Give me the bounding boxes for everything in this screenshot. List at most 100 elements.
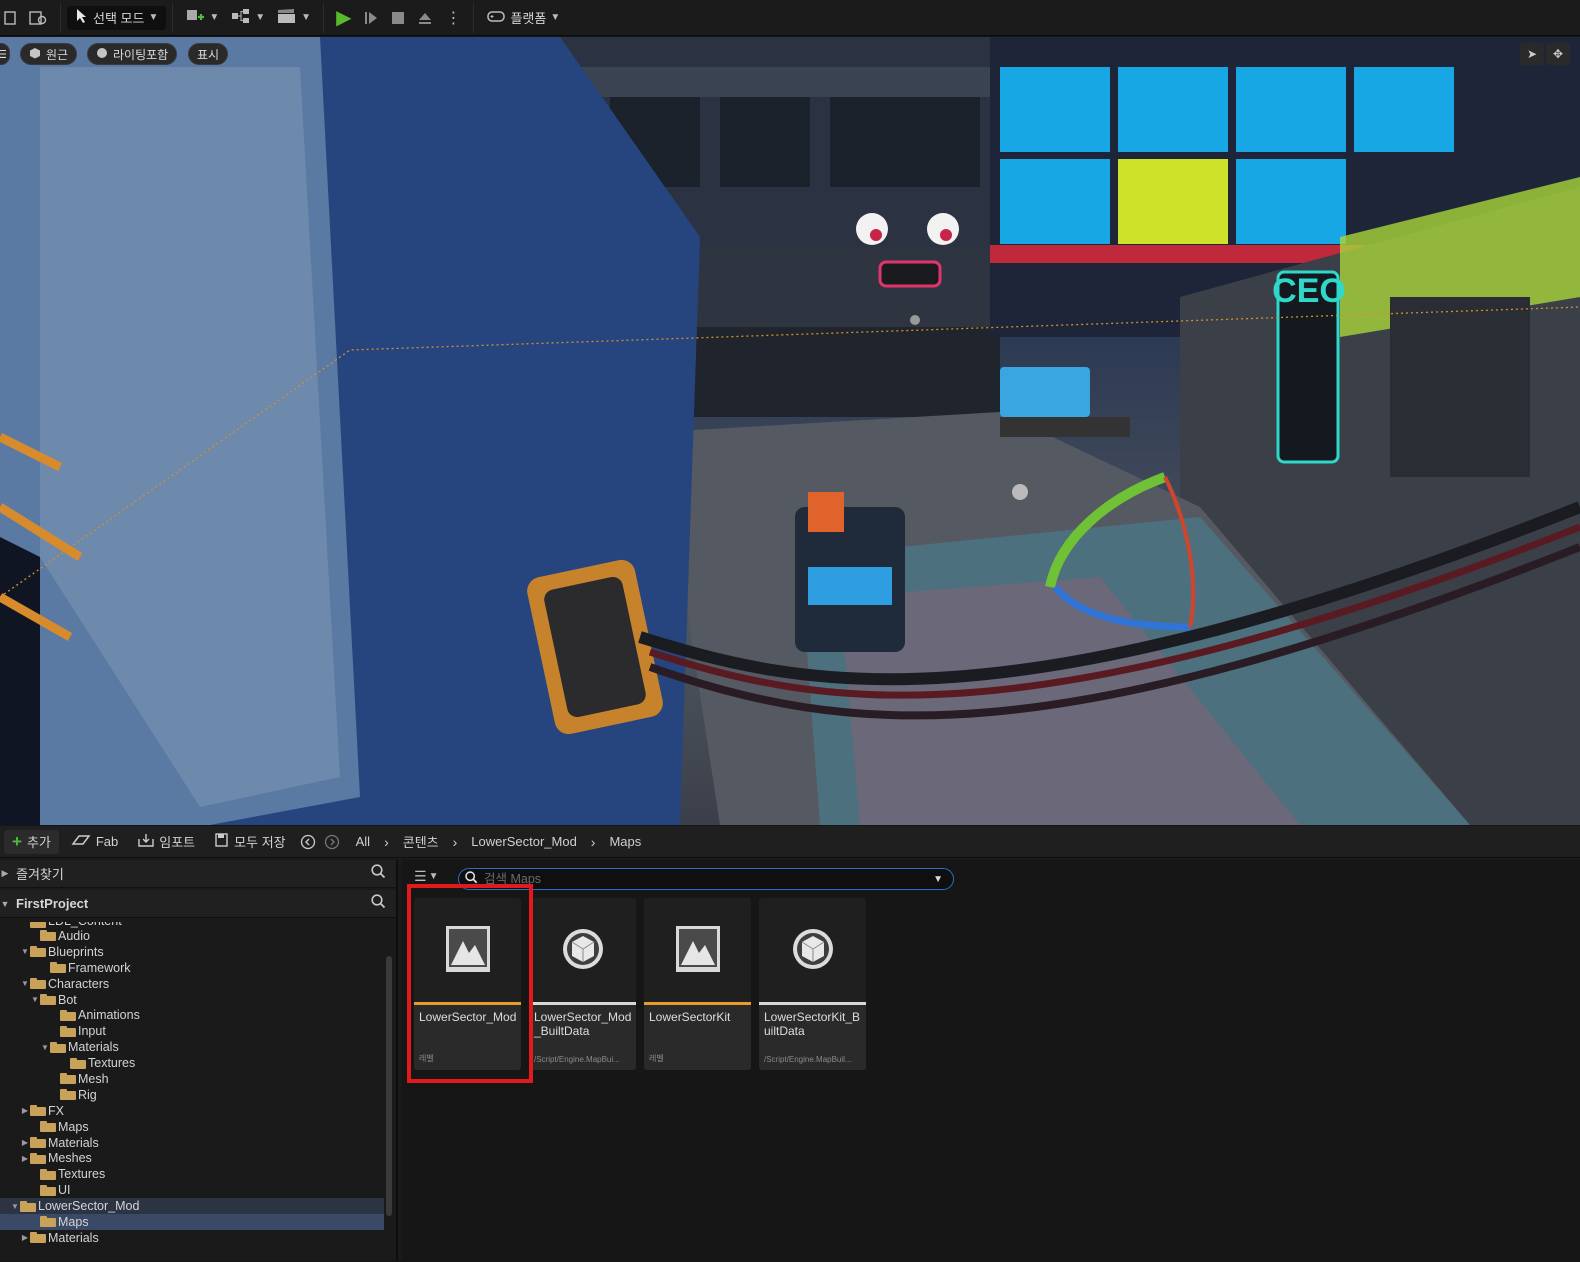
breadcrumb-item[interactable]: Maps <box>609 834 641 849</box>
chevron-right-icon[interactable]: › <box>453 834 458 850</box>
asset-tile[interactable]: LowerSector_Mod_BuiltData/Script/Engine.… <box>529 898 636 1070</box>
eject-button[interactable] <box>411 5 439 31</box>
move-tool-icon[interactable]: ✥ <box>1546 43 1570 65</box>
tree-item[interactable]: Framework <box>0 960 384 976</box>
sources-panel: ▶ 즐겨찾기 ▼ FirstProject LDL_ContentAudio ▼ B… <box>0 860 398 1261</box>
chevron-down-icon[interactable]: ▼ <box>30 995 40 1004</box>
tree-item[interactable]: Audio <box>0 928 384 944</box>
gamepad-icon <box>486 8 506 27</box>
filter-icon: ☰ <box>414 868 427 884</box>
perspective-button[interactable]: 원근 <box>20 43 78 65</box>
tree-item[interactable]: ▼ Characters <box>0 976 384 992</box>
level-viewport[interactable]: CEO ☰ 원근 라이팅포함 표시 ➤ ✥ <box>0 37 1580 825</box>
tree-item[interactable]: ▼ Bot <box>0 992 384 1008</box>
asset-tile[interactable]: LowerSectorKit 레벨 <box>644 898 751 1070</box>
content-browser-icon[interactable] <box>22 5 54 31</box>
fab-button[interactable]: Fab <box>63 830 126 854</box>
chevron-right-icon[interactable]: ▶ <box>20 1106 30 1115</box>
asset-search-field[interactable]: ▼ <box>458 868 954 890</box>
cinematics-button[interactable]: ▼ <box>271 5 317 31</box>
folder-tree: LDL_ContentAudio ▼ BlueprintsFramework ▼ Cha… <box>0 922 384 1262</box>
tree-item-label: Materials <box>68 1040 119 1055</box>
folder-icon <box>60 1009 76 1021</box>
tree-item-label: UI <box>58 1183 71 1198</box>
platform-label: 플랫폼 <box>510 11 547 26</box>
folder-icon <box>60 1025 76 1037</box>
tree-item[interactable]: ▶ Materials <box>0 1230 384 1246</box>
tree-item[interactable]: Rig <box>0 1087 384 1103</box>
more-options-icon[interactable]: ⋮ <box>439 5 467 31</box>
folder-icon <box>60 1089 76 1101</box>
blueprint-button[interactable]: ▼ <box>225 5 271 31</box>
breadcrumb-item[interactable]: 콘텐츠 <box>403 832 439 851</box>
chevron-right-icon[interactable]: › <box>384 834 389 850</box>
chevron-down-icon: ▼ <box>148 12 159 23</box>
tree-item[interactable]: Maps <box>0 1119 384 1135</box>
asset-search-input[interactable] <box>484 872 934 886</box>
add-actor-icon <box>185 7 205 28</box>
cursor-icon <box>75 8 89 27</box>
tree-item-label: Materials <box>48 1230 99 1245</box>
chevron-down-icon[interactable]: ▼ <box>20 947 30 956</box>
toolbar-divider <box>473 2 475 33</box>
asset-tile[interactable]: LowerSector_Mod 레벨 <box>414 898 521 1070</box>
folder-icon <box>40 994 56 1005</box>
search-icon[interactable] <box>371 894 386 913</box>
asset-tile[interactable]: LowerSectorKit_BuiltData/Script/Engine.M… <box>759 898 866 1070</box>
tree-item[interactable]: UI <box>0 1182 384 1198</box>
tree-item[interactable]: Animations <box>0 1007 384 1023</box>
tree-item[interactable]: ▶ Meshes <box>0 1150 384 1166</box>
play-button[interactable]: ▶ <box>330 5 357 31</box>
step-button[interactable] <box>357 5 385 31</box>
breadcrumb-item[interactable]: All <box>356 834 370 849</box>
chevron-down-icon[interactable]: ▼ <box>40 1043 50 1052</box>
tree-item[interactable]: ▶ FX <box>0 1103 384 1119</box>
filter-button[interactable]: ☰ ▼ <box>414 868 438 885</box>
select-mode-dropdown[interactable]: 선택 모드 ▼ <box>67 5 167 30</box>
lighting-label: 라이팅포함 <box>113 47 169 62</box>
save-all-button[interactable]: 모두 저장 <box>207 830 293 854</box>
show-flags-button[interactable]: 표시 <box>188 43 229 65</box>
chevron-down-icon[interactable]: ▼ <box>933 874 943 885</box>
chevron-right-icon[interactable]: ▶ <box>20 1154 30 1163</box>
import-label: 임포트 <box>159 835 196 850</box>
chevron-down-icon[interactable]: ▼ <box>10 1202 20 1211</box>
favorites-header[interactable]: ▶ 즐겨찾기 <box>0 860 396 888</box>
tree-item[interactable]: Maps <box>0 1214 384 1230</box>
stop-button[interactable] <box>385 5 411 31</box>
tree-item[interactable]: ▼ Materials <box>0 1039 384 1055</box>
save-icon[interactable] <box>0 5 22 31</box>
tree-scrollbar[interactable] <box>386 956 392 1216</box>
chevron-right-icon[interactable]: › <box>591 834 596 850</box>
lighting-mode-button[interactable]: 라이팅포함 <box>87 43 178 65</box>
tree-item[interactable]: ▼ LowerSector_Mod <box>0 1198 384 1215</box>
add-actor-button[interactable]: ▼ <box>179 5 225 31</box>
project-header[interactable]: ▼ FirstProject <box>0 890 396 918</box>
folder-icon <box>50 962 66 974</box>
main-toolbar: 선택 모드 ▼ ▼ ▼ ▼ ▶ ⋮ 플랫폼 ▼ <box>0 0 1580 36</box>
breadcrumb-item[interactable]: LowerSector_Mod <box>471 834 577 849</box>
tree-item[interactable]: ▶ Materials <box>0 1135 384 1151</box>
tree-item[interactable]: Textures <box>0 1166 384 1182</box>
chevron-right-icon[interactable]: ▶ <box>20 1138 30 1147</box>
tree-item[interactable]: ▼ Blueprints <box>0 944 384 960</box>
fab-label: Fab <box>95 834 119 849</box>
asset-thumbnail <box>529 898 636 1002</box>
history-forward-button[interactable] <box>322 830 342 854</box>
search-icon[interactable] <box>371 864 386 883</box>
platform-dropdown[interactable]: 플랫폼 ▼ <box>480 5 566 31</box>
folder-icon <box>30 1105 46 1117</box>
tree-item[interactable]: Input <box>0 1023 384 1039</box>
history-back-button[interactable] <box>298 830 318 854</box>
asset-type: 레벨 <box>649 1054 664 1063</box>
add-button[interactable]: + 추가 <box>4 829 59 854</box>
tree-item[interactable]: Mesh <box>0 1071 384 1087</box>
tree-item[interactable]: Textures <box>0 1055 384 1071</box>
import-button[interactable]: 임포트 <box>130 830 203 854</box>
chevron-down-icon[interactable]: ▼ <box>20 979 30 988</box>
hamburger-icon: ☰ <box>0 48 7 61</box>
chevron-right-icon[interactable]: ▶ <box>20 1233 30 1242</box>
select-tool-icon[interactable]: ➤ <box>1520 43 1544 65</box>
tree-item-label: FX <box>48 1103 64 1118</box>
folder-icon <box>70 1057 86 1069</box>
